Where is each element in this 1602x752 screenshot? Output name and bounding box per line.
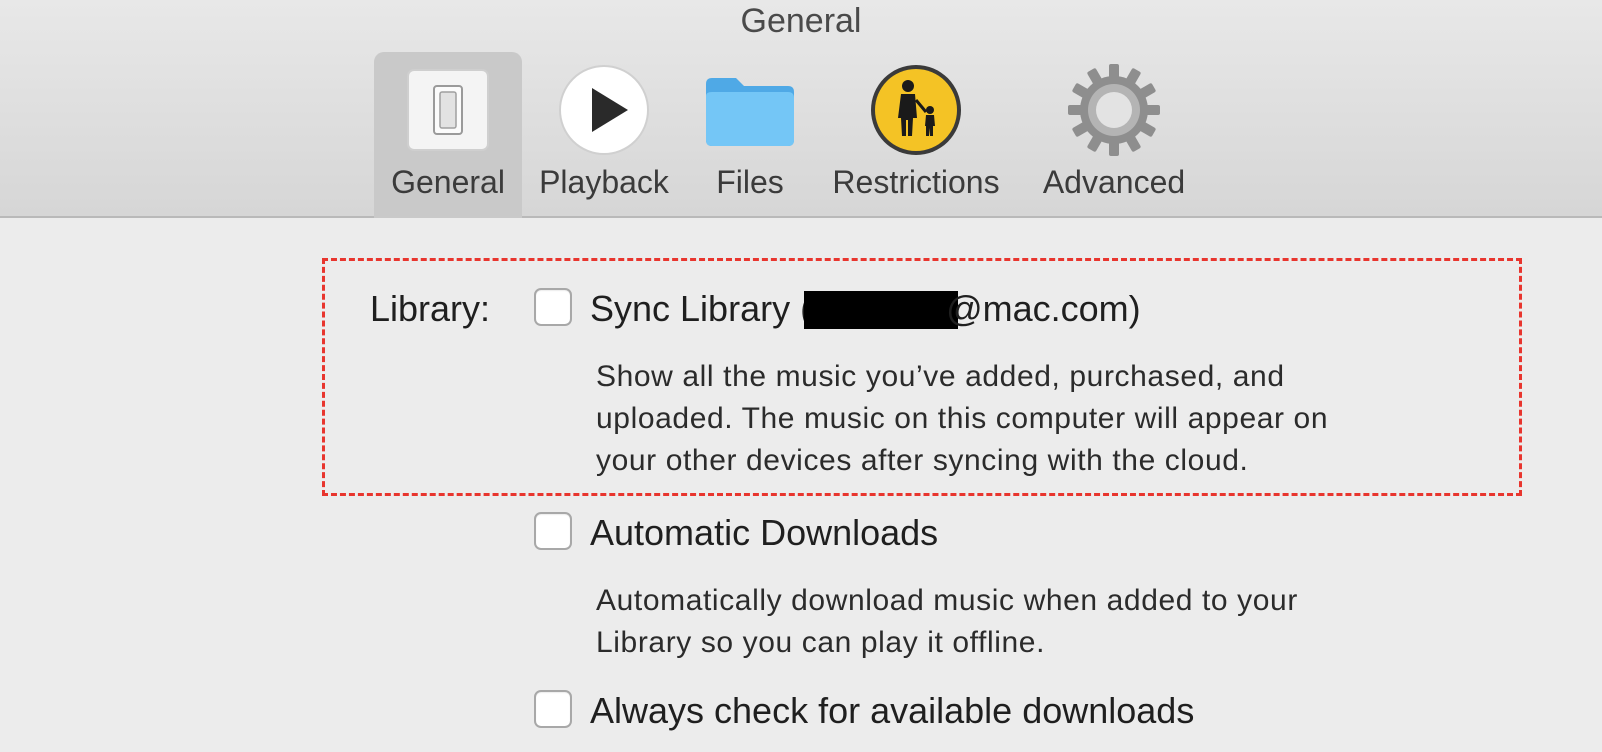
library-label: Library:	[370, 288, 491, 329]
tab-playback[interactable]: Playback	[534, 52, 674, 218]
window-title: General	[740, 2, 862, 40]
play-icon	[559, 65, 649, 155]
tab-advanced[interactable]: Advanced	[1028, 52, 1200, 218]
always-check-downloads-checkbox[interactable]	[534, 690, 572, 728]
tab-restrictions[interactable]: Restrictions	[832, 52, 1000, 218]
redacted-account-name	[804, 291, 959, 329]
sync-library-prefix: Sync Library (	[590, 288, 813, 329]
sync-library-checkbox[interactable]	[534, 288, 572, 326]
description-line: Show all the music you’ve added, purchas…	[596, 360, 1285, 393]
sync-library-description: Show all the music you’ve added, purchas…	[596, 356, 1328, 482]
switch-icon	[407, 69, 489, 151]
tab-files[interactable]: Files	[694, 52, 806, 218]
sync-library-label[interactable]: Sync Library ( @mac.com)	[590, 288, 1141, 330]
tab-label: Playback	[539, 164, 669, 200]
tab-label: Advanced	[1042, 164, 1186, 200]
sync-library-suffix: @mac.com)	[946, 288, 1141, 329]
folder-icon	[706, 78, 794, 146]
parental-restrictions-icon	[871, 65, 961, 155]
automatic-downloads-checkbox[interactable]	[534, 512, 572, 550]
description-line: your other devices after syncing with th…	[596, 444, 1249, 477]
description-line: Library so you can play it offline.	[596, 626, 1046, 659]
tab-general[interactable]: General	[374, 52, 522, 218]
preferences-toolbar: General General Playback Files Restricti…	[0, 0, 1602, 218]
automatic-downloads-label[interactable]: Automatic Downloads	[590, 512, 938, 554]
description-line: Automatically download music when added …	[596, 584, 1298, 617]
preferences-window: General General Playback Files Restricti…	[0, 0, 1602, 752]
tab-label: Files	[716, 164, 784, 200]
always-check-downloads-label[interactable]: Always check for available downloads	[590, 690, 1194, 732]
gear-icon	[1068, 64, 1160, 156]
description-line: uploaded. The music on this computer wil…	[596, 402, 1329, 435]
tab-label: Restrictions	[832, 164, 1000, 200]
automatic-downloads-description: Automatically download music when added …	[596, 580, 1298, 664]
